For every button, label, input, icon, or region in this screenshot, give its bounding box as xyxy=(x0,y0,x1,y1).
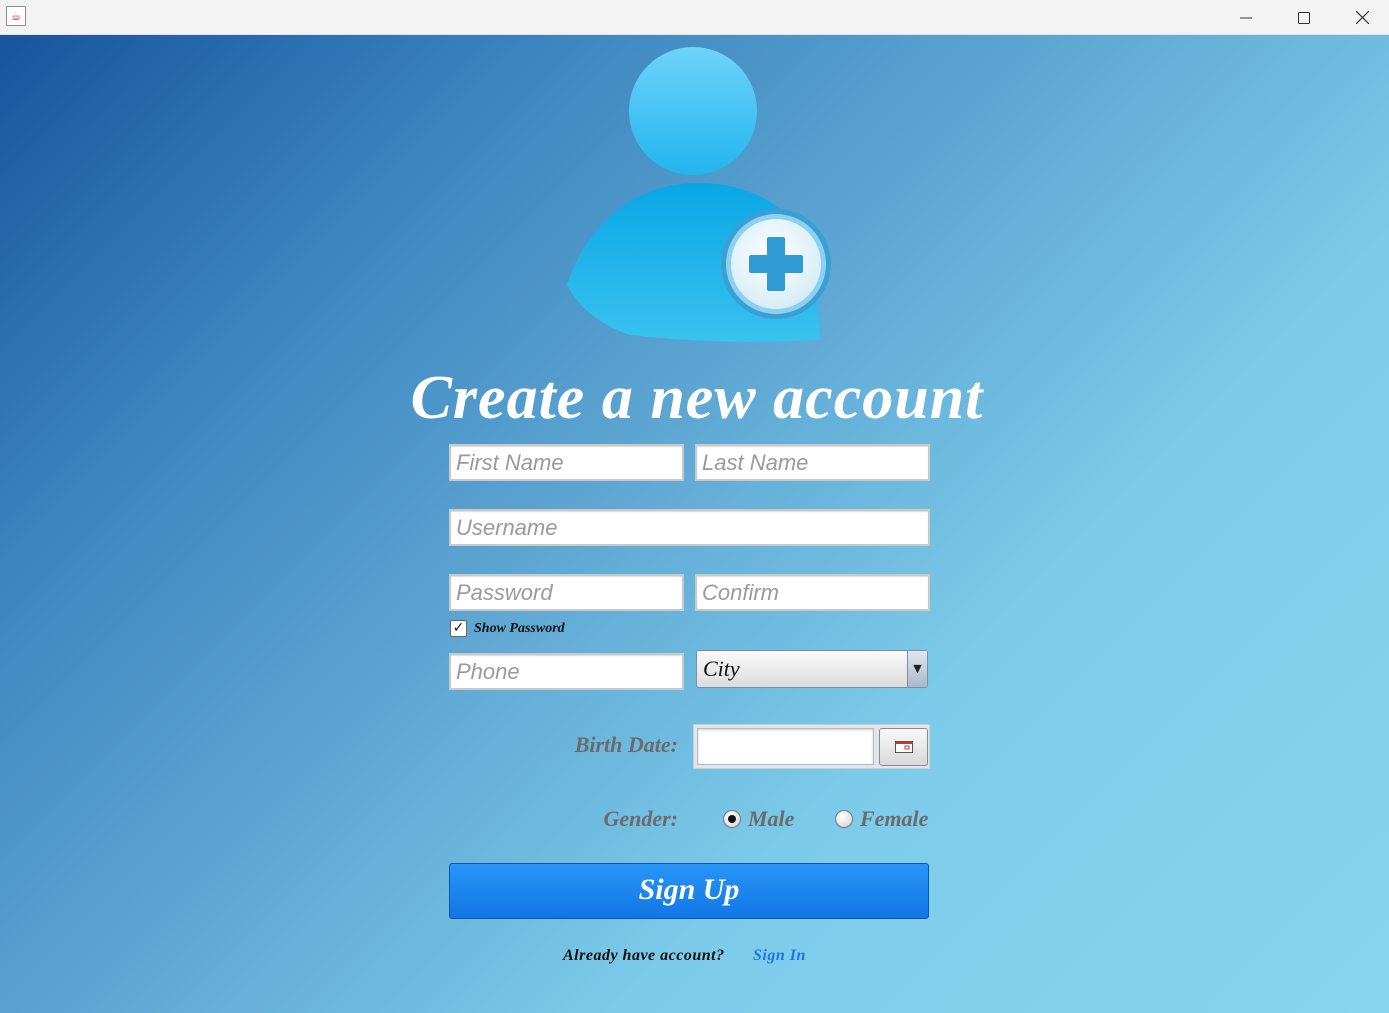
username-field[interactable] xyxy=(449,509,930,546)
password-field[interactable] xyxy=(449,574,684,611)
java-app-icon[interactable]: ☕ xyxy=(6,6,26,26)
user-add-icon xyxy=(567,47,831,342)
gender-female-label: Female xyxy=(860,806,929,831)
close-button[interactable] xyxy=(1333,0,1389,35)
city-selected-value: City xyxy=(703,656,740,681)
birth-date-label: Birth Date: xyxy=(574,732,678,757)
radio-selected-icon[interactable] xyxy=(723,810,741,828)
minimize-icon xyxy=(1240,17,1252,18)
signup-panel: Create a new account ✓ Show Password Cit… xyxy=(0,35,1389,1013)
radio-unselected-icon[interactable] xyxy=(835,810,853,828)
first-name-field[interactable] xyxy=(449,444,684,481)
last-name-field[interactable] xyxy=(695,444,930,481)
sign-up-button[interactable]: Sign Up xyxy=(449,863,929,919)
city-select[interactable]: City ▼ xyxy=(696,650,928,688)
sign-in-link[interactable]: Sign In xyxy=(753,947,806,965)
calendar-button[interactable] xyxy=(879,728,928,766)
calendar-icon xyxy=(894,741,913,753)
show-password-label: Show Password xyxy=(474,620,565,636)
dropdown-arrow-icon[interactable]: ▼ xyxy=(907,651,927,687)
maximize-icon xyxy=(1298,11,1310,24)
window-titlebar: ☕ xyxy=(0,0,1389,35)
phone-field[interactable] xyxy=(449,653,684,690)
maximize-button[interactable] xyxy=(1275,0,1333,35)
page-title: Create a new account xyxy=(410,364,984,432)
gender-label: Gender: xyxy=(603,806,678,831)
confirm-password-field[interactable] xyxy=(695,574,930,611)
minimize-button[interactable] xyxy=(1217,0,1275,35)
gender-male-label: Male xyxy=(748,806,795,831)
checkmark-icon[interactable]: ✓ xyxy=(450,620,467,637)
already-have-account-text: Already have account? xyxy=(563,947,725,964)
gender-male-radio[interactable]: Male xyxy=(723,806,794,832)
show-password-checkbox[interactable]: ✓ Show Password xyxy=(450,620,565,637)
birth-date-picker xyxy=(693,724,930,769)
gender-female-radio[interactable]: Female xyxy=(835,806,928,832)
close-icon xyxy=(1355,11,1369,24)
birth-date-field[interactable] xyxy=(697,728,874,765)
